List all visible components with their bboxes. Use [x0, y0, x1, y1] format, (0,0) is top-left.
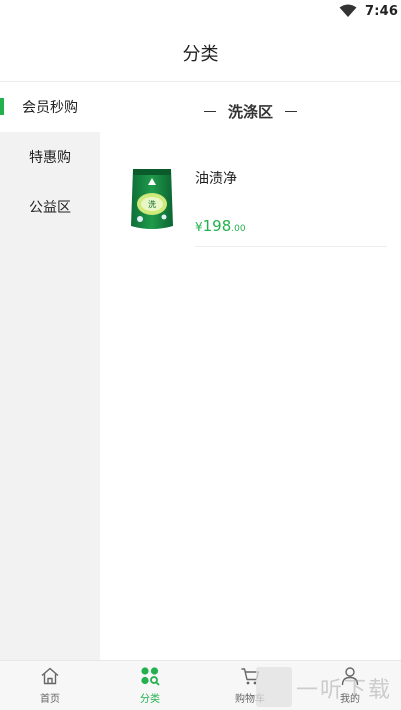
- tab-category[interactable]: 分类: [100, 661, 200, 710]
- cart-icon: [241, 668, 260, 685]
- tab-cart[interactable]: 购物车: [200, 661, 300, 710]
- user-icon: [341, 667, 359, 686]
- section-heading: 洗涤区: [100, 98, 401, 124]
- sidebar-item-label: 特惠购: [29, 150, 71, 166]
- left-dash: [203, 110, 216, 112]
- status-time: 7:46: [365, 4, 399, 19]
- sidebar-item-label: 公益区: [29, 200, 71, 216]
- wifi-icon: [339, 4, 357, 17]
- sidebar-item-charity[interactable]: 公益区: [0, 182, 100, 232]
- product-price: ¥198.00: [195, 216, 246, 235]
- section-title: 洗涤区: [227, 102, 273, 121]
- price-integer: 198: [202, 217, 232, 235]
- product-divider: [195, 246, 387, 247]
- tab-label: 分类: [140, 694, 160, 705]
- price-currency: ¥: [195, 220, 203, 234]
- product-item[interactable]: 洗 油渍净 ¥198.00: [100, 150, 401, 250]
- tab-profile[interactable]: 我的: [300, 661, 400, 710]
- svg-text:洗: 洗: [148, 199, 156, 209]
- sidebar-item-label: 会员秒购: [22, 100, 78, 116]
- tab-label: 我的: [340, 694, 360, 705]
- home-icon: [41, 667, 59, 685]
- sidebar-item-special-offer[interactable]: 特惠购: [0, 132, 100, 182]
- tab-label: 首页: [40, 694, 60, 705]
- detergent-bag-icon: 洗: [131, 169, 173, 229]
- product-name: 油渍净: [195, 171, 237, 187]
- tab-home[interactable]: 首页: [0, 661, 100, 710]
- page-title: 分类: [182, 43, 219, 65]
- sidebar-item-member-flash[interactable]: 会员秒购: [0, 82, 100, 132]
- category-sidebar: 会员秒购 特惠购 公益区: [0, 82, 100, 660]
- tab-label: 购物车: [235, 694, 265, 705]
- price-decimal: .00: [231, 224, 246, 234]
- category-icon: [141, 667, 160, 686]
- bottom-tab-bar: 首页 分类 购物车 我的: [0, 660, 401, 710]
- status-bar: 7:46: [0, 0, 401, 24]
- right-dash: [285, 110, 297, 112]
- header: 分类: [0, 24, 401, 82]
